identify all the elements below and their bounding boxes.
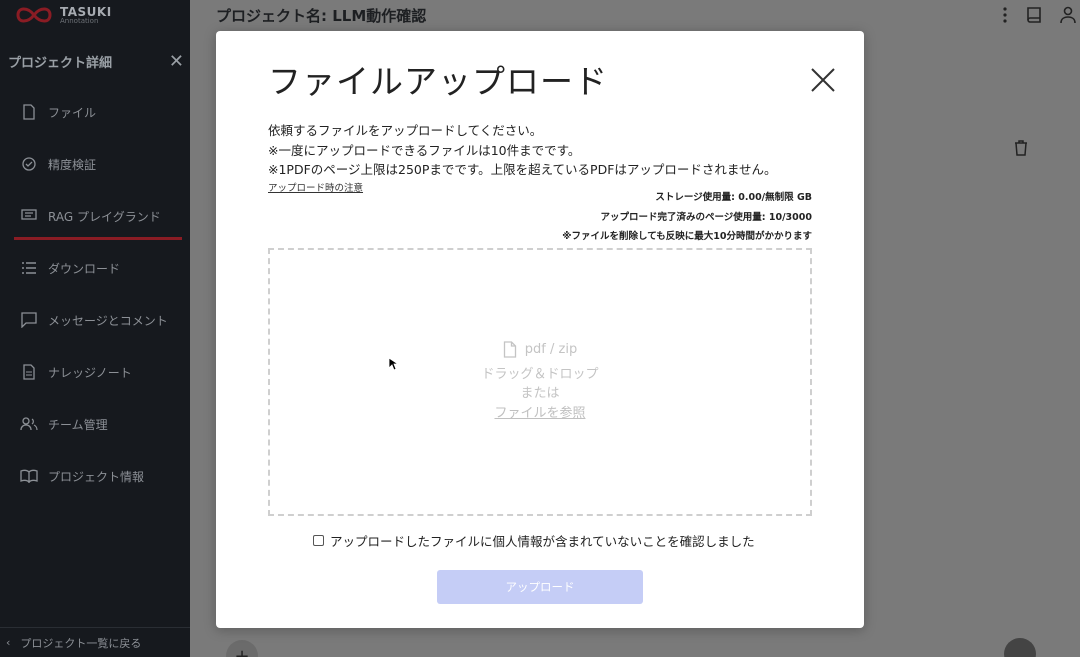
mouse-cursor-icon bbox=[388, 357, 398, 371]
page-title: プロジェクト名: LLM動作確認 bbox=[216, 6, 427, 25]
sidebar-item-label: チーム管理 bbox=[48, 417, 108, 432]
note-icon bbox=[20, 363, 38, 381]
sidebar: TASUKI Annotation プロジェクト詳細 ✕ ファイル 精度検証 R… bbox=[0, 0, 190, 657]
drag-drop-label: ドラッグ＆ドロップ bbox=[481, 366, 599, 382]
file-icon bbox=[20, 103, 38, 121]
file-upload-dialog: ファイルアップロード 依頼するファイルをアップロードしてください。 ※一度にアッ… bbox=[216, 31, 864, 628]
storage-usage: ストレージ使用量: 0.00/無制限 GB bbox=[655, 192, 812, 203]
privacy-consent-checkbox[interactable] bbox=[313, 535, 324, 546]
upload-note: ※一度にアップロードできるファイルは10件までです。 bbox=[268, 142, 581, 158]
chat-icon bbox=[20, 207, 38, 225]
sidebar-item-team[interactable]: チーム管理 bbox=[0, 398, 190, 450]
sidebar-item-label: 精度検証 bbox=[48, 157, 97, 172]
sidebar-item-label: RAG プレイグランド bbox=[48, 209, 161, 224]
book-open-icon bbox=[20, 467, 38, 485]
upload-button[interactable]: アップロード bbox=[437, 570, 643, 604]
sidebar-item-rag-playground[interactable]: RAG プレイグランド bbox=[0, 190, 190, 242]
upload-caution-link[interactable]: アップロード時の注意 bbox=[268, 180, 363, 194]
usage-info: ストレージ使用量: 0.00/無制限 GB アップロード完了済みのページ使用量:… bbox=[562, 188, 812, 247]
send-icon[interactable] bbox=[1004, 638, 1036, 657]
dialog-title: ファイルアップロード bbox=[268, 62, 608, 101]
sidebar-item-messages[interactable]: メッセージとコメント bbox=[0, 294, 190, 346]
page-usage: アップロード完了済みのページ使用量: 10/3000 bbox=[600, 211, 812, 223]
trash-icon[interactable] bbox=[1014, 140, 1028, 160]
privacy-consent[interactable]: アップロードしたファイルに個人情報が含まれていないことを確認しました bbox=[313, 531, 755, 550]
check-shield-icon bbox=[20, 155, 38, 173]
sidebar-item-label: ダウンロード bbox=[48, 261, 121, 276]
accepted-types: pdf / zip bbox=[524, 342, 578, 357]
document-icon bbox=[503, 341, 516, 358]
upload-notes: 依頼するファイルをアップロードしてください。 ※一度にアップロードできるファイル… bbox=[268, 121, 777, 180]
logo-mark-icon bbox=[16, 7, 52, 23]
logo-text: TASUKI bbox=[60, 4, 112, 19]
back-to-projects-label: プロジェクト一覧に戻る bbox=[20, 636, 142, 650]
back-to-projects-link[interactable]: ‹ プロジェクト一覧に戻る bbox=[0, 627, 190, 657]
or-label: または bbox=[520, 386, 560, 402]
list-icon bbox=[20, 259, 38, 277]
browse-files-link[interactable]: ファイルを参照 bbox=[270, 404, 810, 424]
sidebar-item-label: メッセージとコメント bbox=[48, 313, 168, 328]
upload-note: 依頼するファイルをアップロードしてください。 bbox=[268, 123, 543, 138]
file-dropzone[interactable]: pdf / zip ドラッグ＆ドロップ または ファイルを参照 bbox=[268, 248, 812, 516]
sidebar-title: プロジェクト詳細 bbox=[8, 56, 113, 71]
comment-icon bbox=[20, 311, 38, 329]
sidebar-item-download[interactable]: ダウンロード bbox=[0, 242, 190, 294]
sidebar-nav: ファイル 精度検証 RAG プレイグランド ダウンロード メッセージとコメント … bbox=[0, 86, 190, 502]
sidebar-item-label: ファイル bbox=[48, 105, 97, 120]
sidebar-item-label: ナレッジノート bbox=[48, 365, 132, 380]
upload-note: ※1PDFのページ上限は250Pまでです。上限を超えているPDFはアップロードさ… bbox=[268, 162, 777, 177]
logo-subtext: Annotation bbox=[60, 16, 99, 25]
app-logo[interactable]: TASUKI Annotation bbox=[14, 4, 112, 26]
topbar: プロジェクト名: LLM動作確認 bbox=[190, 0, 1080, 30]
sidebar-item-files[interactable]: ファイル bbox=[0, 86, 190, 138]
user-icon[interactable] bbox=[1060, 6, 1076, 24]
chevron-left-icon: ‹ bbox=[6, 636, 11, 649]
sidebar-item-label: プロジェクト情報 bbox=[48, 469, 145, 484]
add-icon[interactable]: + bbox=[226, 640, 258, 657]
delete-delay-note: ※ファイルを削除しても反映に最大10分時間がかかります bbox=[562, 231, 812, 242]
sidebar-item-accuracy[interactable]: 精度検証 bbox=[0, 138, 190, 190]
sidebar-close-icon[interactable]: ✕ bbox=[169, 52, 184, 71]
team-icon bbox=[20, 415, 38, 433]
close-icon[interactable] bbox=[810, 67, 836, 93]
sidebar-item-project-info[interactable]: プロジェクト情報 bbox=[0, 450, 190, 502]
privacy-consent-label: アップロードしたファイルに個人情報が含まれていないことを確認しました bbox=[330, 534, 755, 549]
more-vert-icon[interactable] bbox=[1002, 7, 1008, 23]
sidebar-item-knowledge[interactable]: ナレッジノート bbox=[0, 346, 190, 398]
book-icon[interactable] bbox=[1026, 6, 1042, 24]
